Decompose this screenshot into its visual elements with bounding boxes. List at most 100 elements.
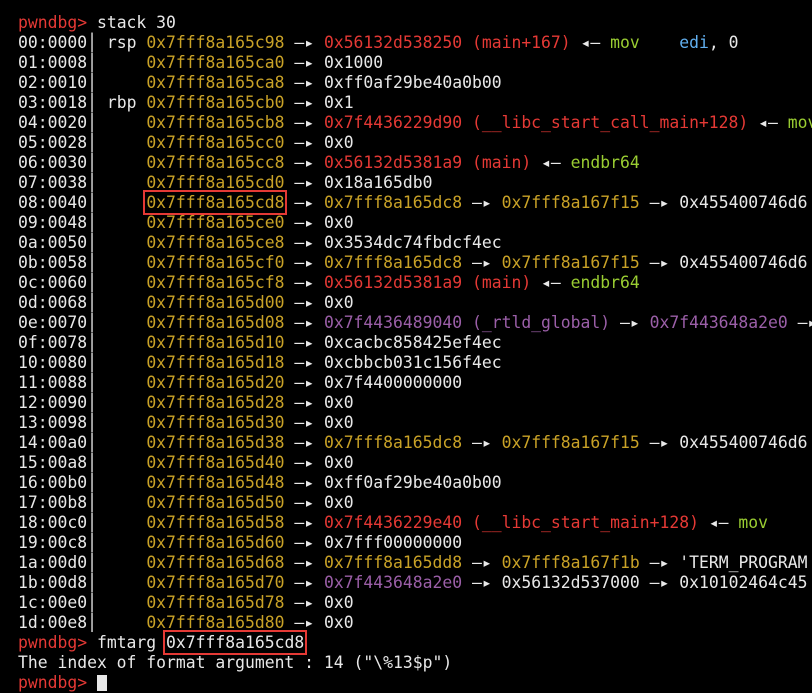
stack-pointer: 0x7fff8a167f15: [501, 193, 640, 212]
pointer-arrow: —▸: [284, 513, 324, 532]
stack-pointer: 0x7fff8a167f15: [501, 433, 640, 452]
command-line-active[interactable]: pwndbg>: [18, 673, 812, 693]
column-separator: │: [87, 513, 97, 532]
register-label: [107, 593, 137, 612]
pointer-arrow: —▸: [639, 433, 680, 452]
register-label: [107, 493, 137, 512]
code-arrow: ◂—: [570, 33, 611, 52]
column-separator: │: [87, 593, 97, 612]
column-separator: │: [87, 253, 97, 272]
register-label: [107, 613, 137, 632]
stack-row: 0b:0058│ 0x7fff8a165cf0 —▸ 0x7fff8a165dc…: [18, 253, 812, 273]
pointer-arrow: —▸: [284, 413, 324, 432]
column-separator: │: [87, 553, 97, 572]
value: 0x0: [323, 453, 354, 472]
pointer-arrow: —▸: [284, 493, 324, 512]
column-separator: │: [87, 233, 97, 252]
pointer-arrow: —▸: [284, 153, 324, 172]
value: 0xcacbc858425ef4ec: [323, 333, 502, 352]
register-label: rbp: [106, 93, 137, 112]
pointer-arrow: —▸: [610, 313, 650, 332]
instruction: endbr64: [570, 153, 640, 172]
pointer-arrow: —▸: [639, 253, 680, 272]
stack-row: 0e:0070│ 0x7fff8a165d08 —▸ 0x7f443648904…: [18, 313, 812, 333]
column-separator: │: [87, 273, 97, 292]
pointer-arrow: —▸: [284, 273, 324, 292]
stack-address-highlight: 0x7fff8a165cd8: [143, 190, 288, 215]
pointer-arrow: —▸: [284, 213, 324, 232]
stack-address: 0x7fff8a165d08: [146, 313, 285, 332]
stack-row: 09:0048│ 0x7fff8a165ce0 —▸ 0x0: [18, 213, 812, 233]
stack-row: 01:0008│ 0x7fff8a165ca0 —▸ 0x1000: [18, 53, 812, 73]
stack-row: 10:0080│ 0x7fff8a165d18 —▸ 0xcbbcb031c15…: [18, 353, 812, 373]
pointer-arrow: —▸: [462, 193, 502, 212]
register-label: [107, 253, 137, 272]
pointer-arrow: —▸: [284, 293, 324, 312]
instruction: endbr64: [570, 273, 640, 292]
pointer-arrow: —▸: [284, 133, 324, 152]
instruction: mov: [787, 113, 812, 132]
stack-pointer: 0x7fff8a165dc8: [323, 433, 463, 452]
stack-row: 16:00b0│ 0x7fff8a165d48 —▸ 0xff0af29be40…: [18, 473, 812, 493]
stack-row: 07:0038│ 0x7fff8a165cd0 —▸ 0x18a165db0: [18, 173, 812, 193]
register-label: [107, 113, 137, 132]
code-pointer: 0x56132d538250 (main+167): [323, 33, 571, 52]
register-label: [107, 453, 137, 472]
stack-offset: 00:0000: [18, 33, 88, 52]
value: 0x455400746d6: [679, 193, 808, 212]
column-separator: │: [87, 73, 97, 92]
value: 0xff0af29be40a0b00: [323, 73, 502, 92]
stack-row: 0a:0050│ 0x7fff8a165ce8 —▸ 0x3534dc74fbd…: [18, 233, 812, 253]
column-separator: │: [87, 293, 97, 312]
register-label: [107, 433, 137, 452]
value: 0x56132d537000: [501, 573, 640, 592]
column-separator: │: [87, 53, 97, 72]
stack-pointer: 0x7fff8a165dc8: [323, 253, 463, 272]
stack-row: 00:0000│ rsp 0x7fff8a165c98 —▸ 0x56132d5…: [18, 33, 812, 53]
prompt: pwndbg>: [18, 633, 88, 652]
stack-address: 0x7fff8a165d70: [146, 573, 285, 592]
stack-offset: 09:0048: [18, 213, 88, 232]
pointer-arrow: —▸: [284, 193, 324, 212]
data-pointer: 0x7f4436489040 (_rtld_global): [323, 313, 611, 332]
code-arrow: ◂—: [748, 113, 788, 132]
stack-address: 0x7fff8a165d60: [146, 533, 285, 552]
column-separator: │: [87, 373, 97, 392]
register-label: [107, 513, 137, 532]
register-label: [107, 313, 137, 332]
pointer-arrow: —▸: [284, 33, 324, 52]
stack-offset: 05:0028: [18, 133, 88, 152]
pointer-arrow: —▸: [284, 533, 324, 552]
pointer-arrow: —▸: [284, 113, 324, 132]
value: 0x18a165db0: [323, 173, 433, 192]
stack-pointer: 0x7fff8a165dd8: [323, 553, 463, 572]
stack-offset: 19:00c8: [18, 533, 88, 552]
fmtarg-result: The index of format argument : 14 ("\%13…: [18, 653, 453, 672]
stack-row: 02:0010│ 0x7fff8a165ca8 —▸ 0xff0af29be40…: [18, 73, 812, 93]
command-line-fmtarg: pwndbg> fmtarg 0x7fff8a165cd8: [18, 630, 812, 655]
pointer-arrow: —▸: [284, 333, 324, 352]
register-label: [107, 393, 137, 412]
pointer-arrow: —▸: [284, 393, 324, 412]
code-pointer: 0x56132d5381a9 (main): [323, 153, 532, 172]
value: 0x1: [323, 93, 354, 112]
value: 0x0: [323, 593, 354, 612]
stack-offset: 03:0018: [18, 93, 88, 112]
register-label: [107, 293, 137, 312]
stack-row: 0c:0060│ 0x7fff8a165cf8 —▸ 0x56132d5381a…: [18, 273, 812, 293]
pointer-arrow: —▸: [284, 173, 324, 192]
command-line-stack: pwndbg> stack 30: [18, 13, 812, 33]
pointer-arrow: —▸: [284, 553, 324, 572]
stack-address: 0x7fff8a165ce8: [146, 233, 285, 252]
column-separator: │: [87, 113, 97, 132]
stack-command: stack 30: [96, 13, 176, 32]
pointer-arrow: —▸: [284, 373, 324, 392]
stack-row: 13:0098│ 0x7fff8a165d30 —▸ 0x0: [18, 413, 812, 433]
stack-offset: 02:0010: [18, 73, 88, 92]
stack-offset: 10:0080: [18, 353, 88, 372]
stack-offset: 07:0038: [18, 173, 88, 192]
stack-address: 0x7fff8a165cc0: [146, 133, 285, 152]
code-arrow: ◂—: [531, 273, 571, 292]
register-label: [107, 373, 137, 392]
pointer-arrow: —▸: [462, 553, 502, 572]
